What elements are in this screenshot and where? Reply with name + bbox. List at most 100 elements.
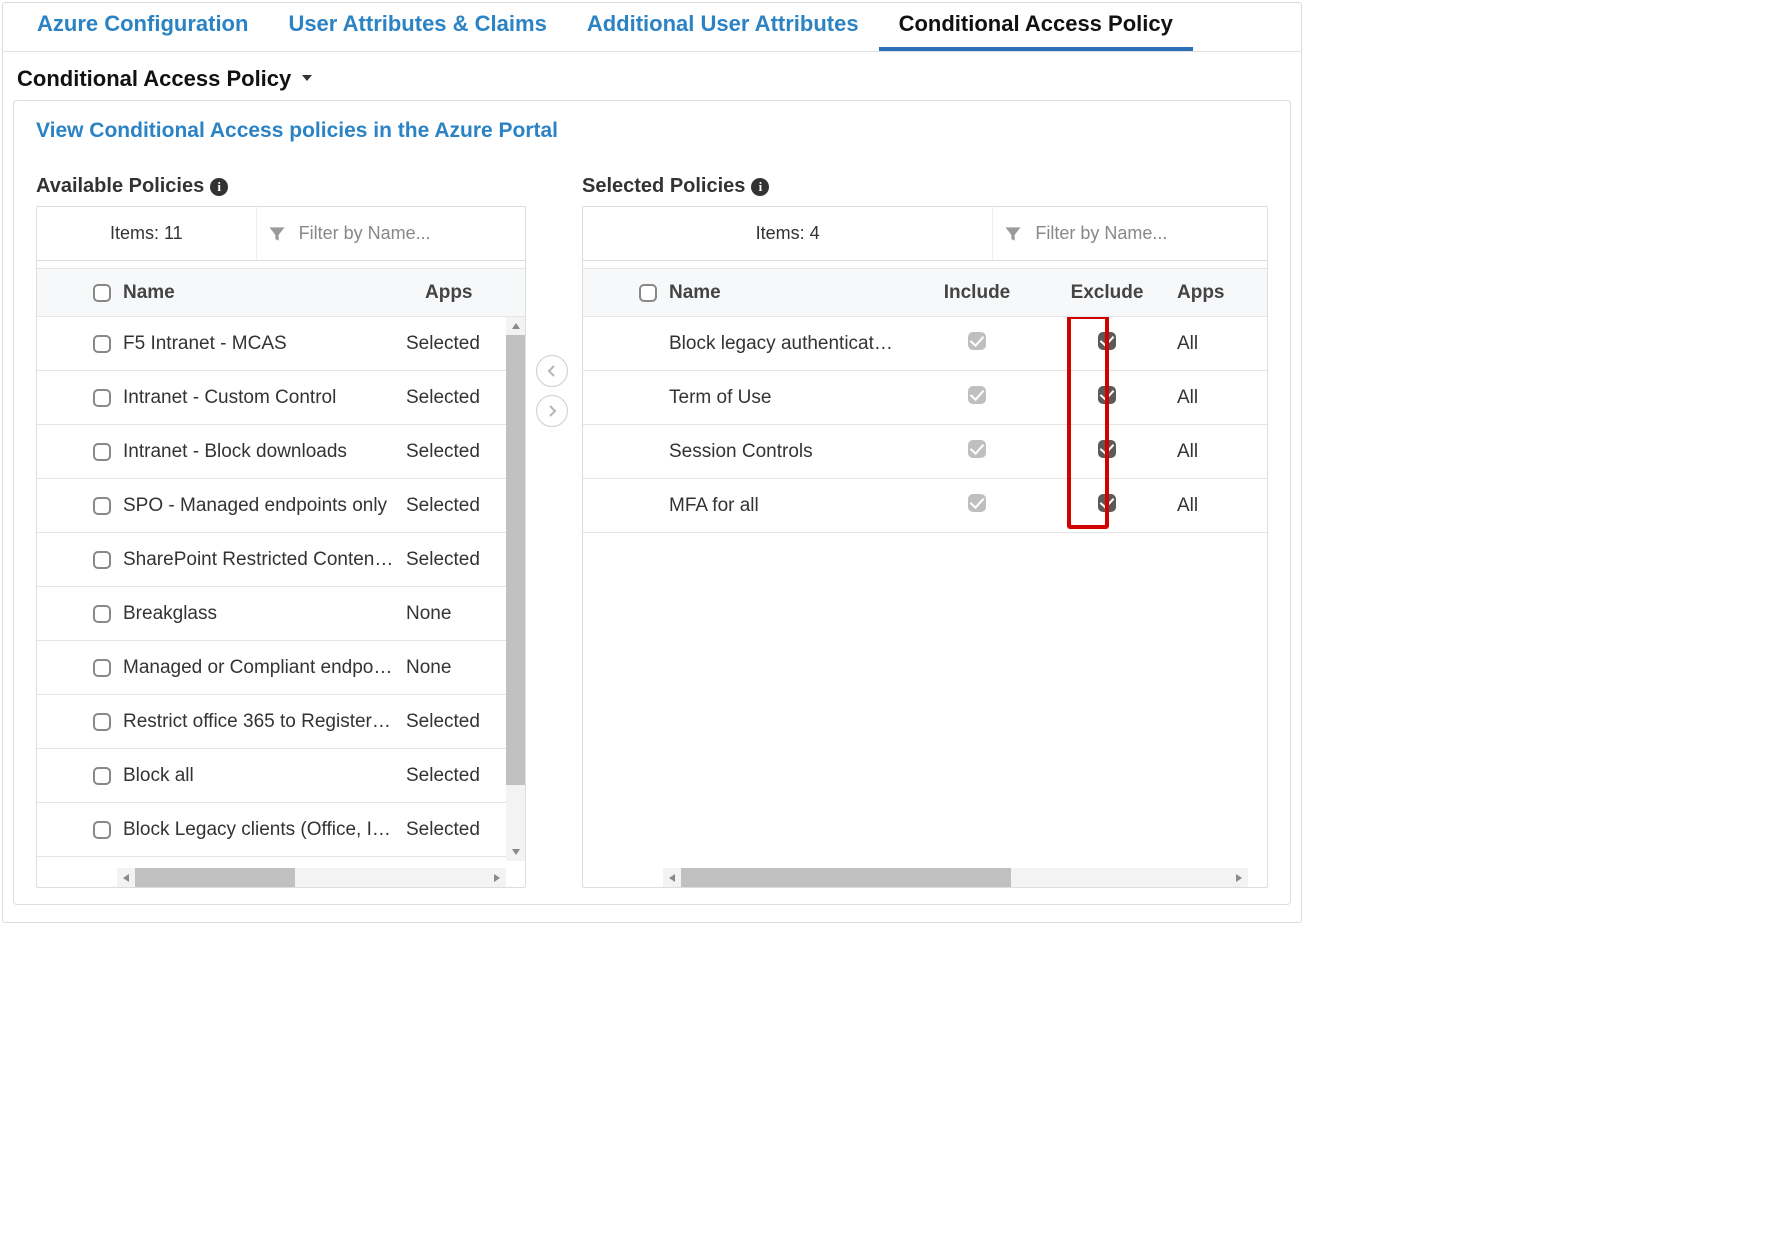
tab-bar: Azure Configuration User Attributes & Cl… <box>3 3 1301 52</box>
azure-portal-link[interactable]: View Conditional Access policies in the … <box>36 119 1268 143</box>
table-row[interactable]: SPO - Managed endpoints onlySelected <box>37 479 506 533</box>
row-name: Block all <box>123 765 406 787</box>
row-checkbox[interactable] <box>93 335 111 353</box>
horizontal-scrollbar[interactable] <box>663 868 1248 887</box>
scroll-down-icon[interactable] <box>506 843 525 861</box>
selected-rows: Block legacy authenticat… All Term of Use A… <box>583 317 1267 533</box>
row-name: Intranet - Block downloads <box>123 441 406 463</box>
table-row[interactable]: SharePoint Restricted Conten…Selected <box>37 533 506 587</box>
available-items-count: Items: 11 <box>37 207 257 260</box>
scroll-left-icon[interactable] <box>117 868 135 887</box>
filter-icon <box>1003 224 1023 244</box>
selected-items-count: Items: 4 <box>583 207 993 260</box>
table-row[interactable]: Restrict office 365 to Register…Selected <box>37 695 506 749</box>
move-left-button[interactable] <box>536 355 568 387</box>
selected-policies-title: Selected Policies <box>582 175 745 198</box>
row-apps: Selected <box>406 495 506 517</box>
row-name: Session Controls <box>669 441 917 463</box>
table-row[interactable]: Session Controls All <box>583 425 1267 479</box>
tab-user-attributes-claims[interactable]: User Attributes & Claims <box>268 3 566 51</box>
section-title-text: Conditional Access Policy <box>17 66 291 92</box>
col-header-apps[interactable]: Apps <box>1177 282 1267 304</box>
table-row[interactable]: Intranet - Custom ControlSelected <box>37 371 506 425</box>
available-select-all-checkbox[interactable] <box>93 284 111 302</box>
table-row[interactable]: Block legacy authenticat… All <box>583 317 1267 371</box>
include-checkbox[interactable] <box>968 494 986 512</box>
include-checkbox[interactable] <box>968 332 986 350</box>
row-name: Intranet - Custom Control <box>123 387 406 409</box>
include-checkbox[interactable] <box>968 440 986 458</box>
table-row[interactable]: Intranet - Block downloadsSelected <box>37 425 506 479</box>
row-apps: Selected <box>406 549 506 571</box>
exclude-checkbox[interactable] <box>1098 494 1116 512</box>
table-row[interactable]: Block allSelected <box>37 749 506 803</box>
row-apps: Selected <box>406 819 506 841</box>
filter-icon <box>267 224 287 244</box>
available-policies-title: Available Policies <box>36 175 204 198</box>
row-name: Breakglass <box>123 603 406 625</box>
col-header-apps[interactable]: Apps <box>425 282 525 304</box>
row-checkbox[interactable] <box>93 389 111 407</box>
row-checkbox[interactable] <box>93 821 111 839</box>
row-name: Term of Use <box>669 387 917 409</box>
table-row[interactable]: Managed or Compliant endpo…None <box>37 641 506 695</box>
scroll-right-icon[interactable] <box>488 868 506 887</box>
table-row[interactable]: Term of Use All <box>583 371 1267 425</box>
row-checkbox[interactable] <box>93 551 111 569</box>
tab-conditional-access-policy[interactable]: Conditional Access Policy <box>879 3 1193 51</box>
col-header-name[interactable]: Name <box>123 282 425 304</box>
col-header-name[interactable]: Name <box>669 282 917 304</box>
table-row[interactable]: F5 Intranet - MCASSelected <box>37 317 506 371</box>
row-name: F5 Intranet - MCAS <box>123 333 406 355</box>
table-row[interactable]: BreakglassNone <box>37 587 506 641</box>
row-apps: All <box>1177 333 1267 355</box>
available-filter-input[interactable] <box>297 222 515 245</box>
row-checkbox[interactable] <box>93 659 111 677</box>
tab-azure-configuration[interactable]: Azure Configuration <box>17 3 268 51</box>
section-title[interactable]: Conditional Access Policy <box>3 52 1301 94</box>
scroll-left-icon[interactable] <box>663 868 681 887</box>
horizontal-scrollbar[interactable] <box>117 868 506 887</box>
row-apps: Selected <box>406 333 506 355</box>
row-checkbox[interactable] <box>93 605 111 623</box>
row-name: Managed or Compliant endpo… <box>123 657 406 679</box>
exclude-checkbox[interactable] <box>1098 386 1116 404</box>
col-header-include[interactable]: Include <box>917 282 1037 304</box>
row-apps: Selected <box>406 711 506 733</box>
info-icon[interactable]: i <box>210 178 228 196</box>
selected-select-all-checkbox[interactable] <box>639 284 657 302</box>
row-checkbox[interactable] <box>93 443 111 461</box>
row-name: Block Legacy clients (Office, I… <box>123 819 406 841</box>
selected-filter-input[interactable] <box>1033 222 1257 245</box>
include-checkbox[interactable] <box>968 386 986 404</box>
row-apps: All <box>1177 387 1267 409</box>
row-name: SharePoint Restricted Conten… <box>123 549 406 571</box>
row-name: Block legacy authenticat… <box>669 333 917 355</box>
scroll-right-icon[interactable] <box>1230 868 1248 887</box>
row-apps: Selected <box>406 765 506 787</box>
row-apps: None <box>406 603 506 625</box>
row-apps: None <box>406 657 506 679</box>
move-right-button[interactable] <box>536 395 568 427</box>
row-name: Restrict office 365 to Register… <box>123 711 406 733</box>
info-icon[interactable]: i <box>751 178 769 196</box>
table-row[interactable]: Block Legacy clients (Office, I…Selected <box>37 803 506 857</box>
available-rows: F5 Intranet - MCASSelectedIntranet - Cus… <box>37 317 506 857</box>
caret-down-icon <box>299 66 315 92</box>
row-name: MFA for all <box>669 495 917 517</box>
col-header-exclude[interactable]: Exclude <box>1037 282 1177 304</box>
table-row[interactable]: MFA for all All <box>583 479 1267 533</box>
tab-additional-user-attributes[interactable]: Additional User Attributes <box>567 3 879 51</box>
row-apps: All <box>1177 441 1267 463</box>
row-apps: Selected <box>406 441 506 463</box>
row-checkbox[interactable] <box>93 497 111 515</box>
exclude-checkbox[interactable] <box>1098 332 1116 350</box>
vertical-scrollbar[interactable] <box>506 317 525 861</box>
row-checkbox[interactable] <box>93 713 111 731</box>
scroll-up-icon[interactable] <box>506 317 525 335</box>
row-name: SPO - Managed endpoints only <box>123 495 406 517</box>
row-apps: Selected <box>406 387 506 409</box>
row-checkbox[interactable] <box>93 767 111 785</box>
exclude-checkbox[interactable] <box>1098 440 1116 458</box>
row-apps: All <box>1177 495 1267 517</box>
